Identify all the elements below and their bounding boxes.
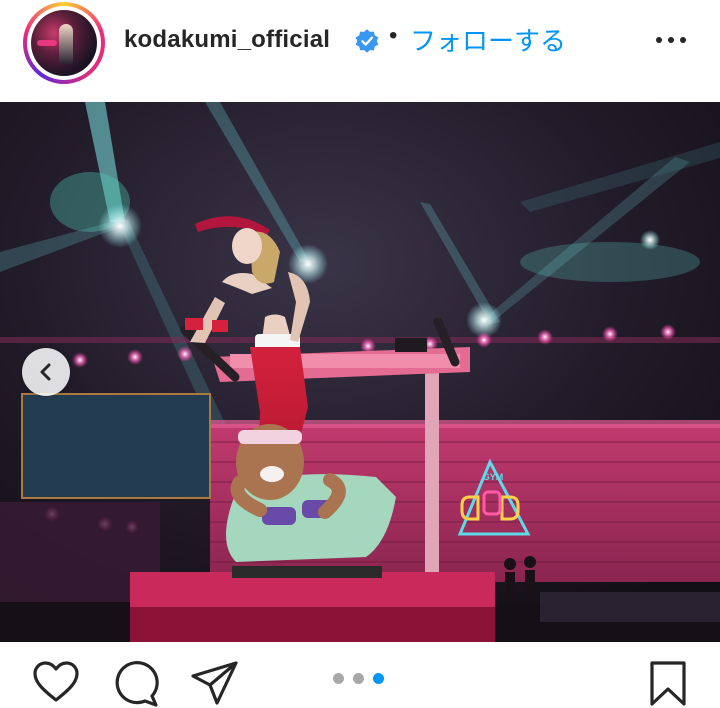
carousel-dot-1	[333, 673, 344, 684]
stage-light	[640, 230, 660, 250]
heart-icon[interactable]	[32, 660, 80, 704]
carousel-dot-3-active	[373, 673, 384, 684]
more-options-icon[interactable]	[654, 28, 688, 52]
avatar-image	[31, 10, 97, 76]
carousel-prev-button[interactable]	[22, 348, 70, 396]
neon-sign-text: GYM	[483, 472, 504, 482]
floor-equipment	[540, 592, 720, 622]
paper-plane-icon[interactable]	[190, 660, 240, 706]
username-link[interactable]: kodakumi_official	[124, 26, 330, 54]
avatar-performer-figure	[59, 24, 73, 64]
post-photo[interactable]: GYM	[0, 102, 720, 642]
follow-button[interactable]: フォローする	[410, 21, 566, 58]
avatar-border	[27, 6, 101, 80]
avatar-stage-light	[37, 40, 57, 46]
action-bar	[0, 642, 720, 707]
stage-scene: GYM	[0, 102, 720, 642]
haze-right	[520, 242, 700, 282]
avatar[interactable]	[23, 2, 105, 84]
comment-bubble-icon[interactable]	[112, 660, 160, 708]
verified-badge-icon	[355, 29, 379, 53]
carousel-dot-2	[353, 673, 364, 684]
stage-light	[98, 204, 142, 248]
post-header: kodakumi_official • フォローする	[0, 0, 720, 100]
side-screen	[21, 393, 211, 499]
chevron-left-icon	[40, 363, 51, 381]
bookmark-icon[interactable]	[648, 660, 688, 708]
separator-dot: •	[389, 22, 398, 49]
